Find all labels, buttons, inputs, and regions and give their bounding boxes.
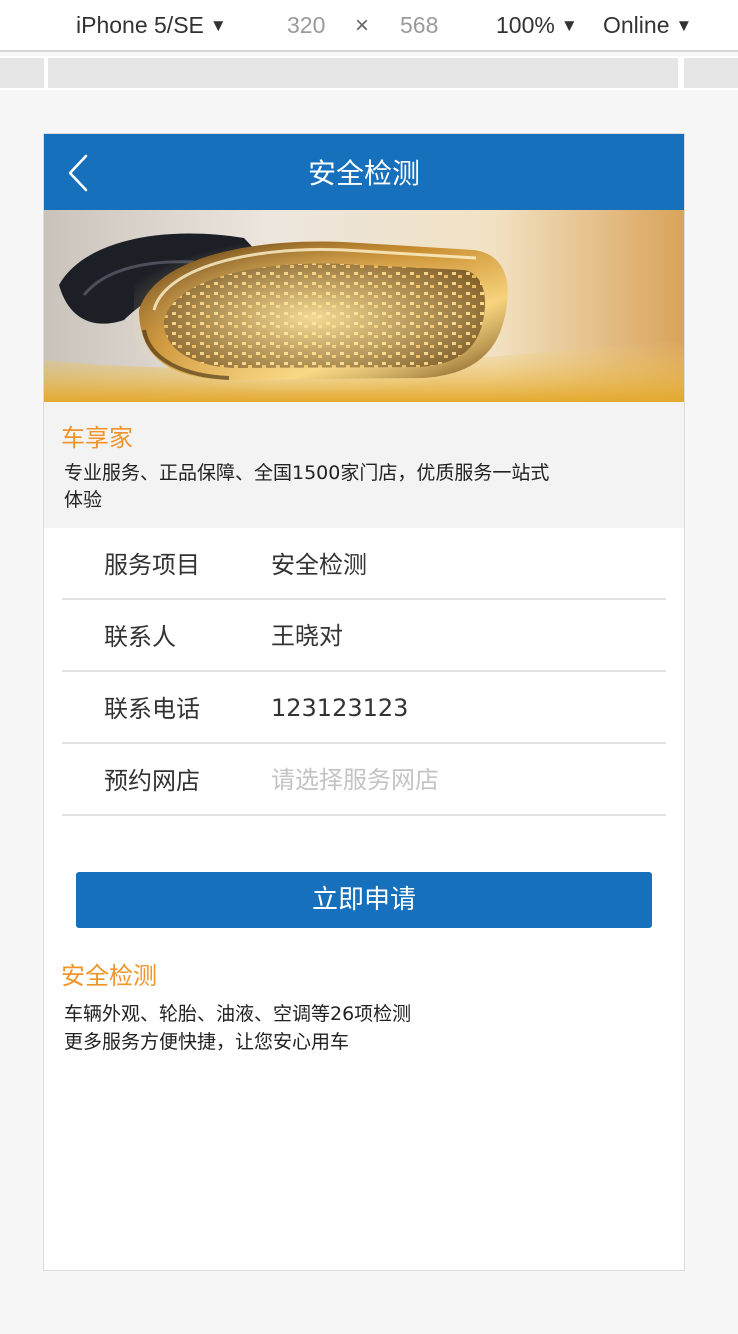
network-select[interactable]: Online ▼	[603, 12, 692, 39]
caret-down-icon: ▼	[209, 16, 227, 35]
store-label: 预约网店	[104, 767, 200, 795]
vr-headset-image	[44, 210, 684, 402]
service-title: 安全检测	[61, 962, 157, 990]
media-query-segment[interactable]	[48, 58, 678, 88]
times-icon: ×	[355, 12, 370, 39]
form-row-phone: 联系电话	[62, 672, 666, 744]
store-select[interactable]	[271, 744, 651, 816]
devtools-device-toolbar: iPhone 5/SE ▼ 320 × 568 100% ▼ Online ▼	[0, 0, 738, 52]
network-select-label: Online	[603, 12, 670, 38]
intro-section: 车享家 专业服务、正品保障、全国1500家门店，优质服务一站式体验	[44, 402, 684, 528]
device-select[interactable]: iPhone 5/SE ▼	[76, 12, 227, 39]
brand-description: 专业服务、正品保障、全国1500家门店，优质服务一站式体验	[64, 462, 550, 511]
device-viewport: 安全检测 车享家 专业服务、正品保障、全国1500家门店，优质服务一站式体验 服…	[43, 133, 685, 1271]
service-label: 服务项目	[104, 551, 200, 579]
zoom-select[interactable]: 100% ▼	[496, 12, 578, 39]
caret-down-icon: ▼	[675, 16, 693, 35]
service-description: 车辆外观、轮胎、油液、空调等26项检测 更多服务方便快捷，让您安心用车	[64, 1000, 624, 1056]
width-input[interactable]: 320	[287, 12, 325, 39]
brand-title: 车享家	[61, 424, 133, 452]
media-query-segment[interactable]	[684, 58, 738, 88]
height-input[interactable]: 568	[400, 12, 438, 39]
service-line: 更多服务方便快捷，让您安心用车	[64, 1031, 350, 1053]
phone-field[interactable]	[271, 672, 651, 744]
form-row-contact: 联系人	[62, 600, 666, 672]
form-row-service: 服务项目 安全检测	[62, 528, 666, 600]
contact-name-field[interactable]	[271, 600, 651, 672]
page-title: 安全检测	[307, 157, 420, 190]
service-line: 车辆外观、轮胎、油液、空调等26项检测	[64, 1003, 412, 1025]
media-query-segment[interactable]	[0, 58, 44, 88]
contact-label: 联系人	[104, 623, 176, 651]
zoom-select-label: 100%	[496, 12, 555, 38]
caret-down-icon: ▼	[560, 16, 578, 35]
media-query-bar	[0, 56, 738, 90]
booking-form: 服务项目 安全检测 联系人 联系电话 预约网店	[62, 528, 666, 816]
device-select-label: iPhone 5/SE	[76, 12, 204, 38]
banner-image	[44, 210, 684, 402]
phone-label: 联系电话	[104, 695, 200, 723]
service-value: 安全检测	[271, 551, 367, 579]
apply-button[interactable]: 立即申请	[76, 872, 652, 928]
nav-bar: 安全检测	[44, 134, 684, 210]
form-row-store: 预约网店	[62, 744, 666, 816]
